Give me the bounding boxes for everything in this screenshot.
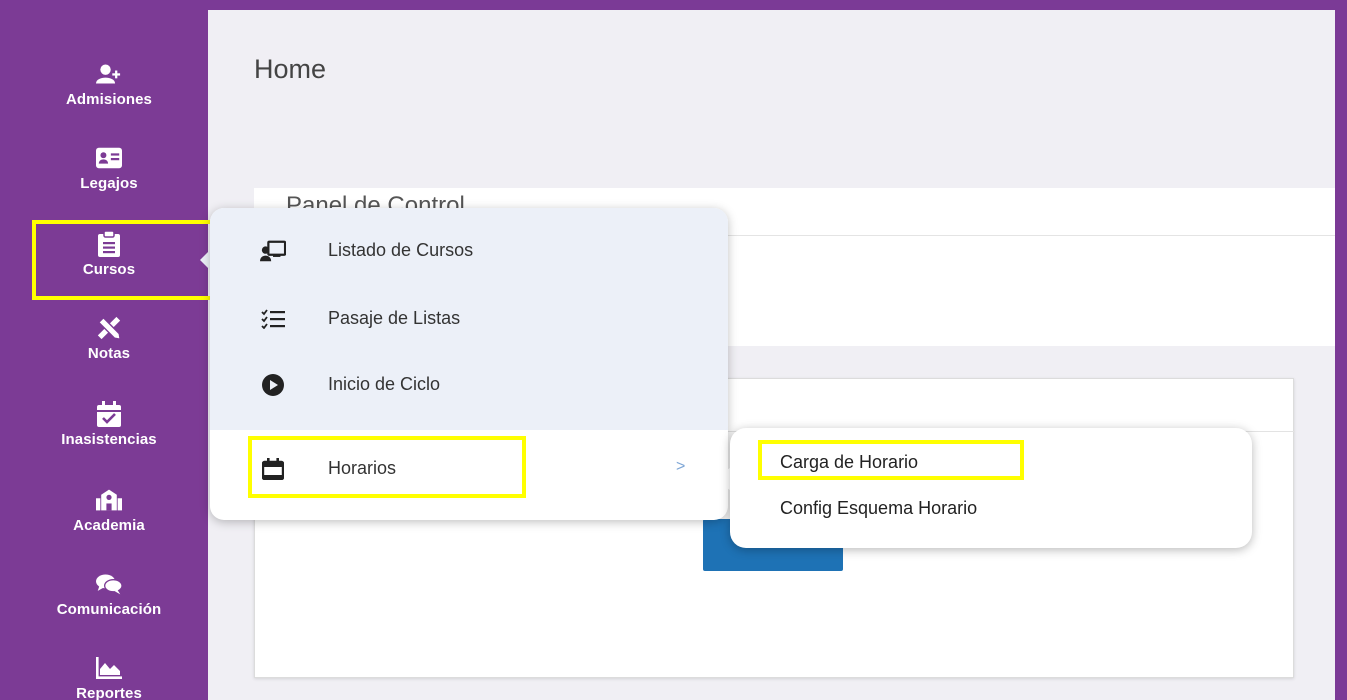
chat-bubbles-icon (96, 571, 122, 597)
play-circle-icon (260, 374, 286, 396)
menu-item-listado-de-cursos[interactable]: Listado de Cursos (210, 220, 728, 282)
sidebar-item-label: Inasistencias (61, 430, 157, 448)
sidebar-item-label: Comunicación (56, 600, 162, 618)
calendar-check-icon (96, 400, 122, 427)
page-title: Home (254, 54, 327, 84)
clipboard-icon (96, 230, 122, 257)
submenu-item-carga-de-horario[interactable]: Carga de Horario (780, 452, 918, 473)
sidebar-item-label: Legajos (80, 174, 138, 192)
user-plus-icon (96, 61, 122, 87)
school-icon (96, 487, 122, 513)
teacher-board-icon (260, 240, 286, 262)
sidebar: Admisiones Legajos Cursos Notas Inasiste… (10, 10, 214, 700)
sidebar-item-label: Admisiones (65, 90, 153, 108)
menu-item-pasaje-de-listas[interactable]: Pasaje de Listas (210, 288, 728, 350)
horarios-highlight (248, 436, 526, 498)
checklist-icon (260, 308, 286, 330)
sidebar-item-reportes[interactable]: Reportes (10, 642, 208, 700)
sidebar-item-academia[interactable]: Academia (10, 474, 208, 546)
sidebar-item-label: Cursos (82, 260, 136, 278)
sidebar-item-comunicacion[interactable]: Comunicación (10, 558, 208, 630)
sidebar-item-inasistencias[interactable]: Inasistencias (10, 388, 208, 460)
area-chart-icon (96, 655, 122, 681)
menu-item-label: Pasaje de Listas (328, 308, 461, 328)
menu-pointer (200, 250, 210, 270)
ruler-pencil-icon (96, 315, 122, 341)
horarios-submenu: Carga de Horario Config Esquema Horario (730, 428, 1252, 548)
submenu-pointer (712, 468, 730, 490)
menu-item-label: Listado de Cursos (328, 240, 474, 260)
menu-item-label: Inicio de Ciclo (328, 374, 441, 394)
sidebar-item-notas[interactable]: Notas (10, 302, 208, 374)
cursos-menu: Listado de Cursos Pasaje de Listas Inici… (210, 208, 728, 520)
sidebar-item-label: Academia (73, 516, 145, 534)
sidebar-item-legajos[interactable]: Legajos (10, 132, 208, 204)
id-card-icon (96, 145, 122, 171)
submenu-item-config-esquema-horario[interactable]: Config Esquema Horario (780, 498, 977, 519)
sidebar-item-admisiones[interactable]: Admisiones (10, 48, 208, 120)
sidebar-item-label: Reportes (76, 684, 142, 700)
sidebar-item-cursos[interactable]: Cursos (10, 218, 214, 300)
menu-item-inicio-de-ciclo[interactable]: Inicio de Ciclo (210, 354, 728, 416)
sidebar-item-label: Notas (87, 344, 131, 362)
chevron-right-icon: > (676, 458, 686, 475)
